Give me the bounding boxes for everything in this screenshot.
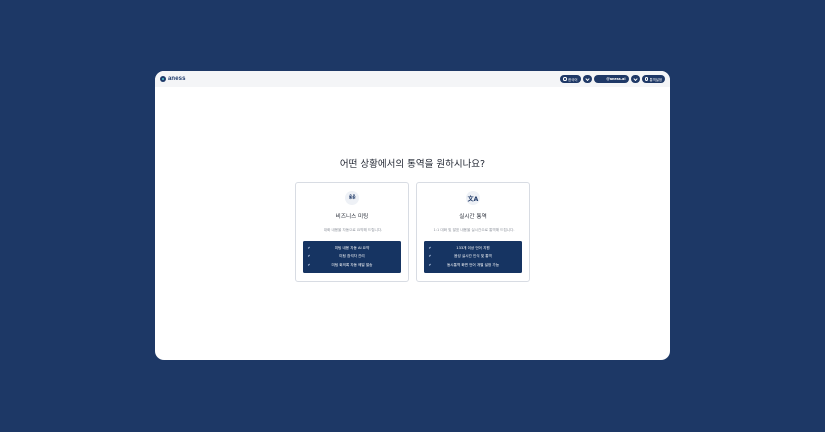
feature-text: 미팅 회의록 자동 메일 발송 xyxy=(331,262,373,267)
feature-item: 동시통역 화면 언어 개별 설정 가능 xyxy=(428,261,517,270)
account-label: @aness.ai xyxy=(606,77,626,81)
feature-text: 미팅 내용 자동 AI 요약 xyxy=(334,245,370,250)
card-description: 1:1 대화 및 발표 내용을 실시간으로 통역해 드립니다. xyxy=(433,228,515,232)
feature-item: 133개 이상 언어 지원 xyxy=(428,244,517,253)
check-icon xyxy=(428,245,432,249)
language-button[interactable]: 한국어 xyxy=(560,75,581,83)
feature-list: 미팅 내용 자동 AI 요약 미팅 참석자 관리 미팅 회의록 자동 메일 발송 xyxy=(303,241,401,273)
logo-text: aness xyxy=(168,76,186,82)
check-icon xyxy=(428,254,432,258)
language-label: 한국어 xyxy=(568,77,578,82)
page-title: 어떤 상황에서의 통역을 원하시나요? xyxy=(339,159,486,170)
feature-item: 미팅 참석자 관리 xyxy=(307,253,396,262)
logo-mark-icon xyxy=(160,76,166,82)
card-realtime-interpretation[interactable]: 文A 실시간 통역 1:1 대화 및 발표 내용을 실시간으로 통역해 드립니다… xyxy=(416,182,530,282)
check-icon xyxy=(307,262,311,266)
check-icon xyxy=(307,245,311,249)
account-button[interactable]: @aness.ai xyxy=(593,75,629,83)
card-business-meeting[interactable]: ꆜꆜ 비즈니스 미팅 대화 내용을 자동으로 요약해 드립니다. 미팅 내용 자… xyxy=(295,182,409,282)
logo[interactable]: aness xyxy=(160,76,186,82)
card-title: 비즈니스 미팅 xyxy=(335,214,369,220)
feature-text: 미팅 참석자 관리 xyxy=(339,254,365,259)
language-dropdown-chevron-icon[interactable] xyxy=(582,75,592,83)
feature-item: 음성 실시간 인식 및 통역 xyxy=(428,253,517,262)
card-title: 실시간 통역 xyxy=(459,214,487,220)
feature-item: 미팅 회의록 자동 메일 발송 xyxy=(307,261,396,270)
feature-text: 133개 이상 언어 지원 xyxy=(456,245,490,250)
card-description: 대화 내용을 자동으로 요약해 드립니다. xyxy=(323,228,383,232)
top-bar: aness 한국어 @aness.ai 통역설정 xyxy=(155,71,670,87)
people-group-icon: ꆜꆜ xyxy=(345,191,359,205)
settings-label: 통역설정 xyxy=(649,77,662,82)
account-dropdown-chevron-icon[interactable] xyxy=(630,75,640,83)
settings-icon xyxy=(644,77,649,81)
feature-text: 동시통역 화면 언어 개별 설정 가능 xyxy=(447,262,499,267)
feature-text: 음성 실시간 인식 및 통역 xyxy=(454,254,492,259)
app-window: aness 한국어 @aness.ai 통역설정 어떤 상황에서의 통역을 원하… xyxy=(155,71,670,360)
feature-item: 미팅 내용 자동 AI 요약 xyxy=(307,244,396,253)
check-icon xyxy=(428,262,432,266)
translate-icon: 文A xyxy=(466,191,480,205)
settings-button[interactable]: 통역설정 xyxy=(641,75,665,83)
globe-icon xyxy=(563,77,567,81)
header-controls: 한국어 @aness.ai 통역설정 xyxy=(560,75,665,83)
feature-list: 133개 이상 언어 지원 음성 실시간 인식 및 통역 동시통역 화면 언어 … xyxy=(424,241,522,273)
check-icon xyxy=(307,254,311,258)
